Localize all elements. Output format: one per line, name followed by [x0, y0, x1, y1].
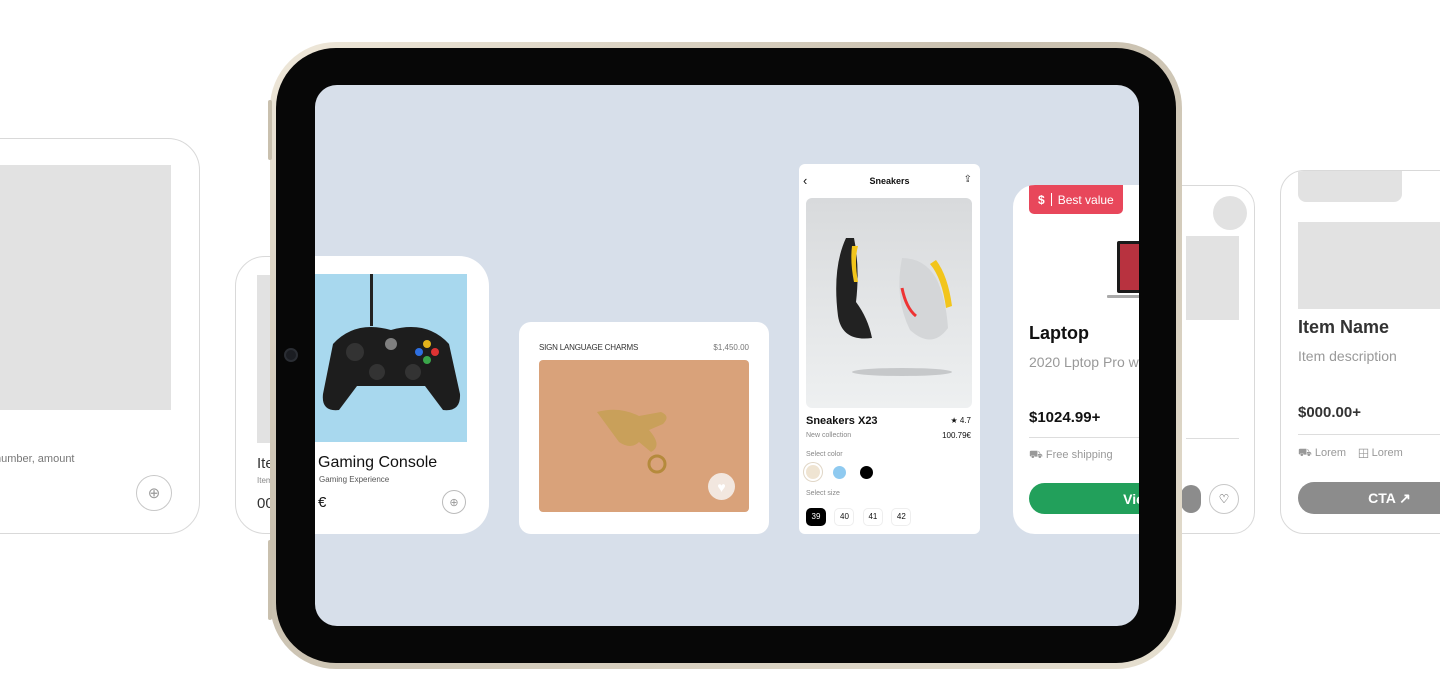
product-title: Gaming Console — [318, 454, 438, 471]
product-title: Laptop — [1029, 323, 1089, 343]
product-image — [315, 274, 467, 442]
truck-icon: ⛟ — [1029, 449, 1043, 461]
add-to-cart-icon[interactable]: ⊕ — [136, 475, 172, 511]
best-value-badge: $ Best value — [1029, 185, 1123, 214]
wireframe-grey-button[interactable] — [1181, 485, 1201, 513]
power-button — [268, 540, 272, 620]
color-swatches — [806, 465, 882, 484]
add-to-cart-button[interactable]: ⊕ — [442, 490, 466, 514]
rating-value: 4.7 — [959, 416, 971, 425]
badge-divider — [1050, 193, 1052, 206]
item-name: Item Name — [1298, 317, 1390, 337]
card-divider — [1029, 437, 1139, 438]
size-chip[interactable]: 41 — [862, 507, 883, 526]
product-subtitle: Gaming Experience — [319, 475, 390, 484]
button-label: View D — [1123, 490, 1139, 507]
product-description: 2020 Lptop Pro w — [1029, 354, 1139, 370]
product-title: SIGN LANGUAGE CHARMS — [539, 343, 639, 352]
size-chip[interactable]: 39 — [806, 507, 826, 526]
tablet-screen: Gaming Console Gaming Experience € ⊕ SIG… — [315, 85, 1139, 626]
favorite-heart-icon[interactable]: ♡ — [1209, 484, 1239, 514]
badge-label: Best value — [1057, 192, 1114, 207]
shipping-label: Free shipping — [1045, 449, 1113, 461]
wireframe-divider — [1186, 438, 1239, 439]
wireframe-image-placeholder — [0, 165, 171, 410]
item-description: Item description — [1298, 348, 1397, 364]
wireframe-tag-placeholder — [1298, 171, 1402, 202]
size-chip[interactable]: 42 — [891, 507, 912, 526]
price-fragment: € — [318, 494, 327, 511]
select-size-label: Select size — [806, 490, 840, 497]
cta-button[interactable]: CTA ↗ — [1298, 482, 1440, 514]
wireframe-card-left: number, amount ⊕ — [0, 138, 200, 534]
product-image — [806, 198, 972, 408]
volume-button — [268, 100, 272, 160]
collection-label: New collection — [806, 432, 852, 439]
charms-card[interactable]: SIGN LANGUAGE CHARMS $1,450.00 ♥ — [519, 322, 769, 534]
wireframe-image-placeholder — [1298, 222, 1440, 309]
share-icon[interactable]: ⇪ — [964, 174, 972, 185]
tag-label: Lorem — [1371, 447, 1403, 459]
dollar-icon: $ — [1038, 192, 1045, 207]
wireframe-text: number, amount — [0, 453, 75, 465]
heart-icon: ♥ — [717, 478, 726, 495]
size-chips: 39 40 41 42 — [806, 506, 915, 526]
color-swatch-cream[interactable] — [806, 465, 820, 479]
shipping-info: ⛟ Free shipping — [1029, 449, 1113, 463]
laptop-card[interactable]: $ Best value Laptop 2020 Lptop Pro w $10… — [1013, 185, 1139, 534]
avatar-placeholder — [1213, 196, 1247, 230]
favorite-button[interactable]: ♥ — [708, 473, 735, 500]
front-camera — [284, 348, 298, 362]
product-price: $1024.99+ — [1029, 409, 1101, 426]
color-swatch-black[interactable] — [859, 466, 873, 479]
color-swatch-blue[interactable] — [833, 466, 847, 479]
tag-label: Lorem — [1314, 447, 1347, 459]
wireframe-image-placeholder — [1186, 236, 1239, 320]
sneakers-card[interactable]: ‹ Sneakers ⇪ Sneakers X23 ★ 4.7 New coll… — [799, 164, 980, 534]
gaming-console-card[interactable]: Gaming Console Gaming Experience € ⊕ — [315, 256, 489, 534]
view-details-button[interactable]: View D — [1029, 483, 1139, 514]
star-icon: ★ — [950, 416, 958, 425]
product-price: 100.79€ — [942, 431, 971, 440]
wireframe-card-right-2: Item Name Item description $000.00+ ⛟ Lo… — [1280, 170, 1440, 534]
screen-title: Sneakers — [869, 176, 910, 186]
laptop-image — [1107, 239, 1139, 301]
sneaker-pair-icon — [836, 238, 952, 376]
laptop-icon — [1107, 241, 1139, 298]
shipping-tags: ⛟ Lorem ⊞ Lorem — [1298, 447, 1403, 461]
cart-plus-icon: ⊕ — [449, 496, 459, 509]
select-color-label: Select color — [806, 451, 843, 458]
size-chip[interactable]: 40 — [834, 507, 855, 526]
product-name: Sneakers X23 — [806, 415, 878, 427]
gift-icon: ⊞ — [1358, 447, 1369, 459]
wireframe-divider — [1298, 434, 1440, 435]
product-price: $1,450.00 — [713, 343, 749, 352]
item-price: $000.00+ — [1298, 404, 1361, 421]
truck-icon: ⛟ — [1298, 447, 1312, 459]
rating: ★ 4.7 — [950, 416, 971, 425]
gamepad-icon — [322, 274, 461, 411]
